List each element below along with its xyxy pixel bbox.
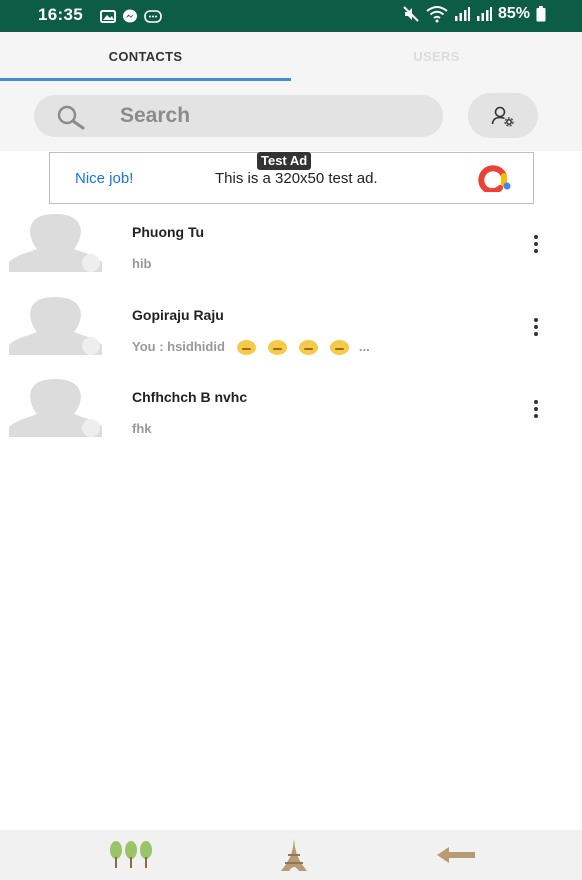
notification-icons xyxy=(100,9,162,24)
contact-last-message: You : hsidhidid... xyxy=(132,339,370,356)
list-item[interactable]: Phuong Tu hib xyxy=(0,214,582,296)
tab-users[interactable]: USERS xyxy=(291,32,582,81)
user-settings-icon xyxy=(491,106,514,127)
message-ellipsis: ... xyxy=(358,339,370,354)
signal-icon xyxy=(476,7,492,21)
more-options-icon[interactable] xyxy=(525,232,547,256)
wifi-icon xyxy=(426,6,448,23)
emoji-icon xyxy=(298,340,318,356)
battery-percent: 85% xyxy=(497,5,530,22)
search-placeholder: Search xyxy=(120,104,191,127)
search-input[interactable]: Search xyxy=(34,95,443,137)
system-icons: 85% xyxy=(402,5,546,23)
eiffel-tower-icon xyxy=(281,839,307,871)
avatar xyxy=(9,214,102,272)
tab-bar: CONTACTS USERS xyxy=(0,32,582,81)
back-arrow-icon xyxy=(437,847,475,863)
nav-eiffel-button[interactable] xyxy=(276,838,312,872)
nav-back-button[interactable] xyxy=(432,838,480,872)
status-time: 16:35 xyxy=(38,5,83,24)
avatar xyxy=(9,379,102,437)
search-bar-row: Search xyxy=(0,81,582,151)
more-options-icon[interactable] xyxy=(525,397,547,421)
nav-trees-button[interactable] xyxy=(104,838,158,872)
battery-icon xyxy=(536,6,546,22)
signal-icon xyxy=(454,7,470,21)
contact-name: Phuong Tu xyxy=(132,224,205,240)
avatar xyxy=(9,297,102,355)
ad-title: Nice job! xyxy=(75,170,134,187)
emoji-icon xyxy=(267,340,287,356)
message-text: You : hsidhidid xyxy=(132,339,225,354)
chat-icon xyxy=(144,9,162,23)
messenger-icon xyxy=(123,9,137,23)
mute-icon xyxy=(403,6,419,22)
contact-name: Gopiraju Raju xyxy=(132,307,224,323)
trees-icon xyxy=(110,841,152,868)
emoji-icon xyxy=(329,340,349,356)
more-options-icon[interactable] xyxy=(525,315,547,339)
list-item[interactable]: Gopiraju Raju You : hsidhidid... xyxy=(0,297,582,379)
gallery-icon xyxy=(100,10,116,23)
test-ad-badge: Test Ad xyxy=(257,152,312,170)
user-settings-button[interactable] xyxy=(468,93,538,138)
contact-name: Chfhchch B nvhc xyxy=(132,389,248,405)
contact-last-message: hib xyxy=(132,256,152,271)
bottom-navigation xyxy=(0,830,582,880)
emoji-icon xyxy=(236,340,256,356)
contact-last-message: fhk xyxy=(132,421,152,436)
ad-text: This is a 320x50 test ad. xyxy=(215,170,378,187)
search-icon xyxy=(57,105,85,130)
list-item[interactable]: Chfhchch B nvhc fhk xyxy=(0,379,582,461)
tab-contacts[interactable]: CONTACTS xyxy=(0,32,291,81)
status-bar: 16:35 85% xyxy=(0,0,582,32)
ad-logo-icon xyxy=(478,165,511,192)
